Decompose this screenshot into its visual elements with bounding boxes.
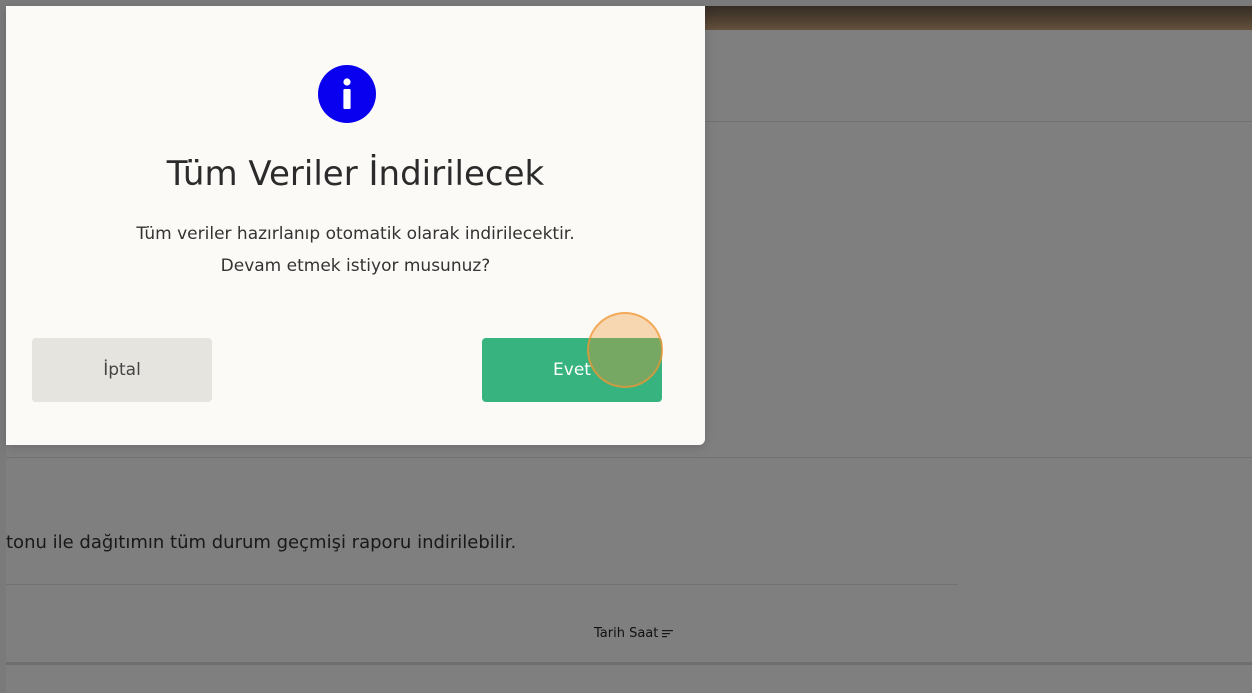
dialog-message: Tüm veriler hazırlanıp otomatik olarak i… bbox=[6, 218, 705, 282]
confirmation-dialog: Tüm Veriler İndirilecek Tüm veriler hazı… bbox=[6, 6, 705, 445]
info-icon bbox=[318, 65, 376, 123]
dialog-title: Tüm Veriler İndirilecek bbox=[166, 154, 545, 194]
confirm-button[interactable]: Evet bbox=[482, 338, 662, 402]
dialog-message-line: Devam etmek istiyor musunuz? bbox=[220, 256, 491, 276]
cancel-button[interactable]: İptal bbox=[32, 338, 212, 402]
dialog-message-line: Tüm veriler hazırlanıp otomatik olarak i… bbox=[136, 224, 575, 244]
